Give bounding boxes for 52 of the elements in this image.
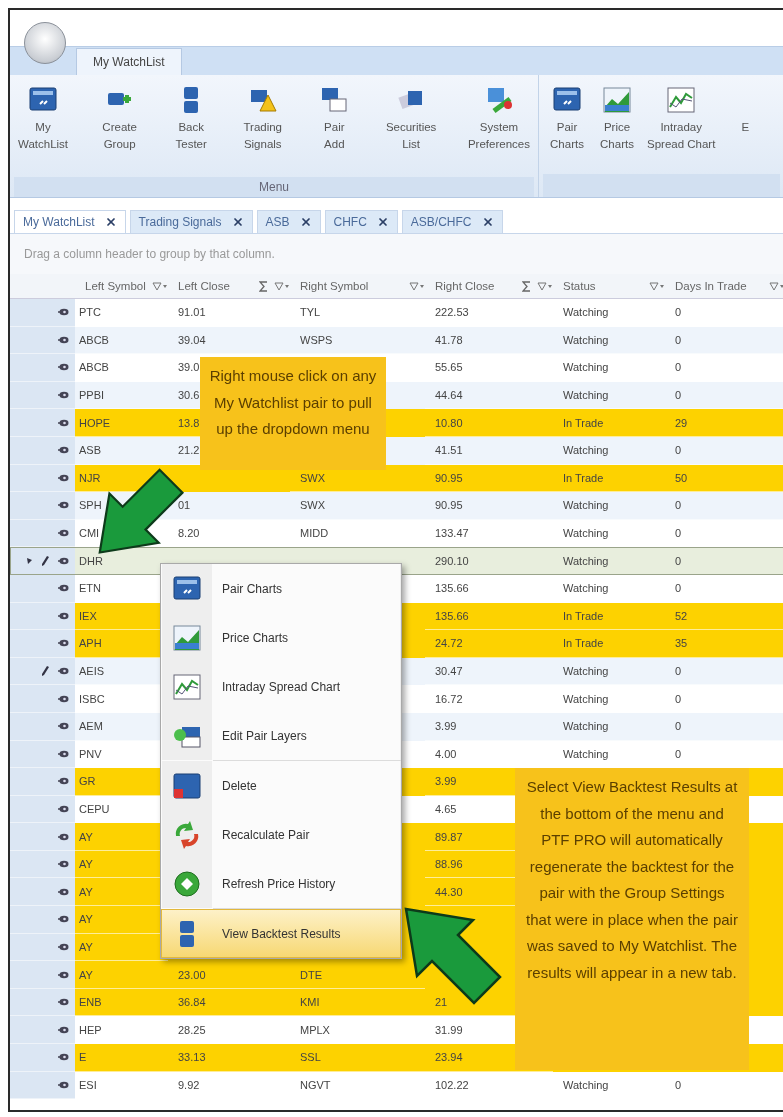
table-cell: 23.00: [168, 961, 290, 989]
table-cell: ASB: [75, 436, 168, 465]
table-cell: In Trade: [553, 630, 665, 658]
table-cell: E: [75, 1044, 168, 1072]
table-cell: Watching: [553, 492, 665, 520]
table-cell: 91.01: [168, 299, 290, 327]
table-cell: NGVT: [290, 1071, 425, 1100]
table-cell: AY: [75, 961, 168, 989]
table-cell: Watching: [553, 436, 665, 465]
table-cell: 0: [665, 685, 783, 713]
table-cell: Watching: [553, 354, 665, 382]
table-cell: 10.80: [425, 409, 553, 437]
table-cell: 102.22: [425, 1071, 553, 1100]
table-cell: 222.53: [425, 299, 553, 327]
table-cell: PTC: [75, 299, 168, 327]
table-cell: SWX: [290, 492, 425, 520]
table-cell: TYL: [290, 299, 425, 327]
table-cell: Watching: [553, 712, 665, 741]
table-cell: 9.92: [168, 1071, 290, 1100]
table-cell: 90.95: [425, 492, 553, 520]
table-cell: Watching: [553, 547, 665, 575]
table-cell: 135.66: [425, 574, 553, 603]
table-cell: 35: [665, 630, 783, 658]
table-cell: Watching: [553, 574, 665, 603]
table-cell: 0: [665, 574, 783, 603]
table-cell: 33.13: [168, 1044, 290, 1072]
table-cell: 0: [665, 1071, 783, 1100]
table-cell: Watching: [553, 1071, 665, 1100]
table-cell: 0: [665, 712, 783, 741]
table-cell: Watching: [553, 685, 665, 713]
table-cell: SSL: [290, 1044, 425, 1072]
table-cell: 0: [665, 436, 783, 465]
table-cell: ABCB: [75, 354, 168, 382]
table-cell: 0: [665, 547, 783, 575]
table-cell: HOPE: [75, 409, 168, 437]
callout-tooltip: Select View Backtest Results at the bottom of the menu and PTF PRO will automatically regenerate the backtest for the pair with the Group Settings that were in place when the pair was saved to My Watchlist. The results will appear in a new tab.: [515, 768, 749, 1070]
ribbon-group-label: Menu: [14, 177, 534, 197]
table-cell: 0: [665, 492, 783, 520]
table-cell: In Trade: [553, 409, 665, 437]
table-cell: 24.72: [425, 630, 553, 658]
table-cell: 0: [665, 299, 783, 327]
table-cell: 16.72: [425, 685, 553, 713]
table-cell: 290.10: [425, 547, 553, 575]
group-panel-hint: Drag a column header to group by that column.: [24, 247, 275, 261]
table-cell: 0: [665, 354, 783, 382]
table-cell: 3.99: [425, 712, 553, 741]
callout-tooltip: Right mouse click on any My Watchlist pair to pull up the dropdown menu: [200, 357, 386, 470]
table-cell: Watching: [553, 299, 665, 327]
table-cell: 41.51: [425, 436, 553, 465]
table-cell: ESI: [75, 1071, 168, 1100]
table-cell: 29: [665, 409, 783, 437]
table-cell: 55.65: [425, 354, 553, 382]
